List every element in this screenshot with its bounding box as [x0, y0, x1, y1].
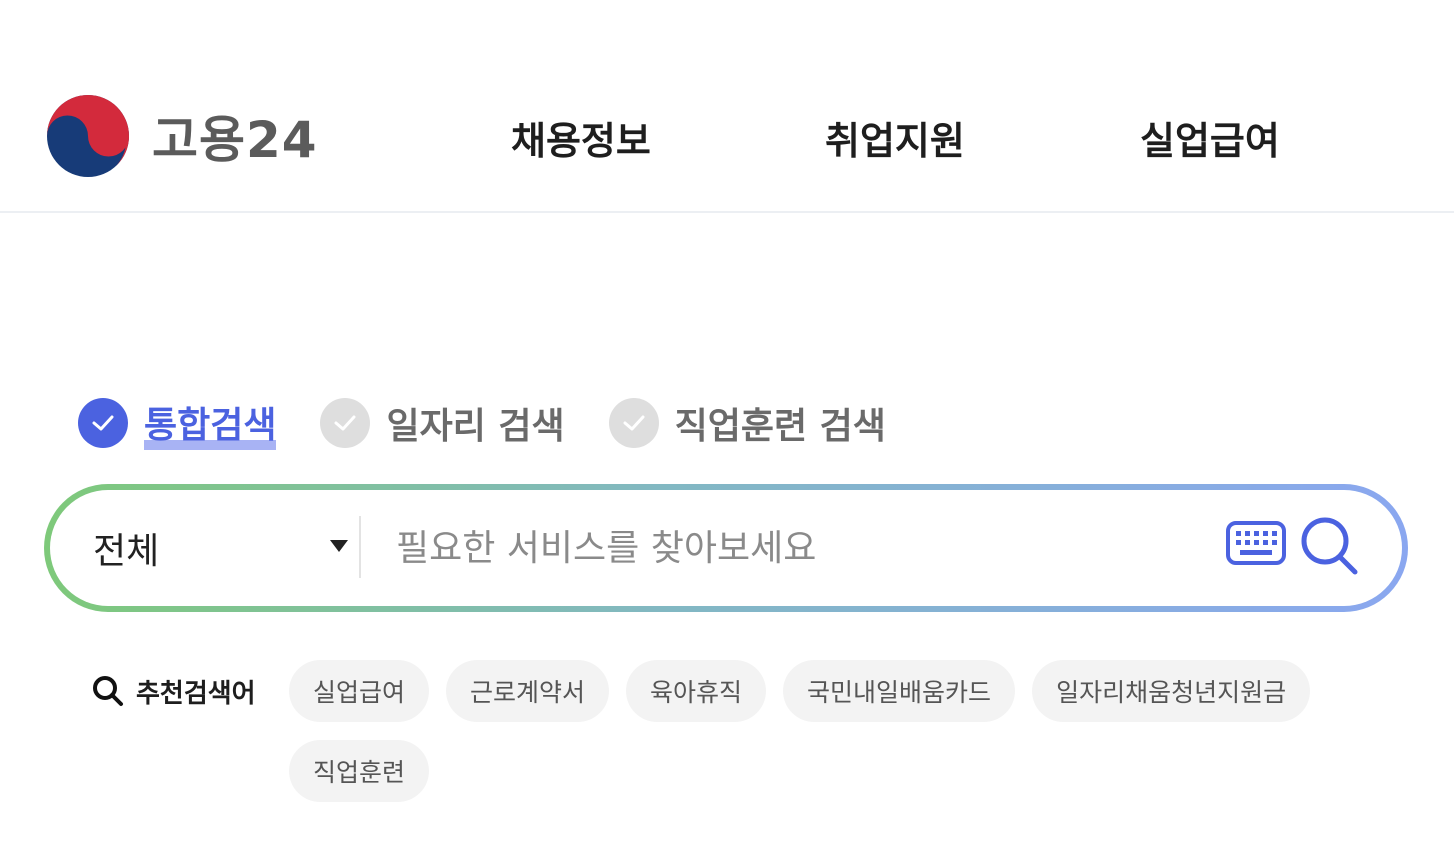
logo-text: 고용24 — [152, 111, 318, 169]
recommend-label: 추천검색어 — [136, 678, 256, 709]
search-scope-value: 전체 — [93, 531, 160, 572]
search-scope-select[interactable]: 전체 — [93, 518, 348, 578]
keyword-chip[interactable]: 국민내일배움카드 — [783, 660, 1016, 722]
search-box-inner: 전체 — [50, 490, 1402, 606]
search-icon[interactable] — [1300, 516, 1360, 582]
tab-training-search[interactable]: 직업훈련 검색 — [608, 397, 886, 449]
site-logo[interactable]: 고용24 — [46, 94, 318, 178]
site-header: 고용24 채용정보 취업지원 실업급여 — [0, 0, 1454, 213]
keyword-chip[interactable]: 일자리채움청년지원금 — [1032, 660, 1311, 722]
tab-label: 일자리 검색 — [386, 406, 565, 447]
search-type-tabs: 통합검색 일자리 검색 직업훈련 검색 — [78, 393, 930, 453]
search-box: 전체 — [44, 484, 1408, 612]
search-icon — [93, 676, 123, 706]
check-icon — [608, 398, 659, 448]
tab-job-search[interactable]: 일자리 검색 — [320, 397, 565, 449]
keyword-chip[interactable]: 육아휴직 — [626, 660, 767, 722]
keyboard-icon[interactable] — [1226, 521, 1286, 569]
keyword-chip[interactable]: 직업훈련 — [289, 740, 430, 802]
keyword-chip[interactable]: 근로계약서 — [446, 660, 610, 722]
search-input[interactable] — [396, 514, 1196, 582]
nav-item-recruit[interactable]: 채용정보 — [511, 110, 651, 165]
tab-label: 통합검색 — [144, 396, 277, 450]
check-icon — [320, 398, 371, 448]
divider — [359, 516, 361, 578]
tab-integrated-search[interactable]: 통합검색 — [78, 396, 277, 450]
nav-item-employment-support[interactable]: 취업지원 — [825, 110, 965, 165]
keyword-chip[interactable]: 실업급여 — [289, 660, 430, 722]
check-icon — [78, 398, 128, 448]
caret-down-icon — [330, 540, 348, 552]
recommend-keyword-list: 실업급여 근로계약서 육아휴직 국민내일배움카드 일자리채움청년지원금 직업훈련 — [289, 660, 1369, 802]
taegeuk-icon — [47, 95, 130, 177]
nav-item-unemployment-benefit[interactable]: 실업급여 — [1140, 110, 1280, 165]
tab-label: 직업훈련 검색 — [674, 406, 886, 447]
recommend-keywords-label: 추천검색어 — [92, 660, 256, 722]
